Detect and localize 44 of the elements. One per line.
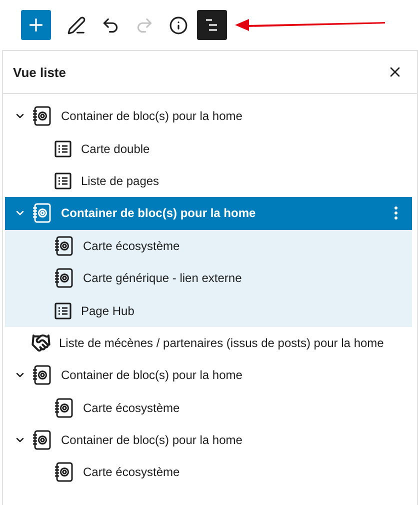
block-label: Carte écosystème (83, 400, 181, 415)
block-label: Carte générique - lien externe (83, 271, 243, 286)
block-label: Carte double (81, 142, 151, 156)
handshake-icon (31, 332, 51, 353)
redo-icon (134, 16, 154, 34)
notebook-icon (53, 234, 75, 257)
list-icon (53, 138, 73, 159)
tree-item[interactable]: Liste de pages (5, 164, 412, 198)
notebook-icon (31, 364, 53, 386)
notebook-icon (53, 267, 75, 290)
tree-item[interactable]: Page Hub (5, 294, 412, 327)
tree-item[interactable]: Container de bloc(s) pour la home (5, 424, 412, 456)
block-label: Liste de pages (81, 174, 160, 188)
block-label: Container de bloc(s) pour la home (61, 109, 244, 124)
undo-icon (100, 16, 120, 34)
info-icon (168, 16, 188, 34)
tree-item[interactable]: Container de bloc(s) pour la home (5, 197, 412, 230)
tree-item[interactable]: Liste de mécènes / partenaires (issus de posts) pour la home (5, 326, 412, 360)
list-view-button[interactable] (197, 10, 227, 40)
tree-item[interactable]: Carte écosystème (5, 392, 412, 424)
block-label: Liste de mécènes / partenaires (issus de posts) pour la home (59, 336, 385, 350)
notebook-icon (31, 202, 53, 224)
block-label: Container de bloc(s) pour la home (61, 206, 257, 220)
notebook-icon (31, 429, 53, 452)
tree-item[interactable]: Container de bloc(s) pour la home (5, 100, 412, 132)
tree-item[interactable]: Carte générique - lien externe (5, 262, 412, 294)
block-label: Page Hub (81, 304, 136, 318)
tree-item[interactable]: Container de bloc(s) pour la home (5, 359, 412, 392)
list-icon (53, 300, 73, 321)
block-label: Carte écosystème (83, 238, 181, 253)
block-label: Container de bloc(s) pour la home (61, 433, 244, 448)
pencil-icon (66, 16, 86, 34)
notebook-icon (53, 461, 75, 484)
tree-item[interactable]: Carte écosystème (5, 456, 412, 489)
block-label: Carte écosystème (83, 465, 181, 480)
add-block-button[interactable] (21, 10, 51, 40)
tree-item[interactable]: Carte écosystème (5, 230, 412, 262)
list-icon (53, 170, 73, 191)
panel-title: Vue liste (13, 64, 66, 80)
tree-item[interactable]: Carte double (5, 132, 412, 165)
more-icon (394, 206, 398, 220)
notebook-icon (31, 105, 53, 128)
notebook-icon (53, 396, 75, 419)
block-label: Container de bloc(s) pour la home (61, 368, 244, 382)
